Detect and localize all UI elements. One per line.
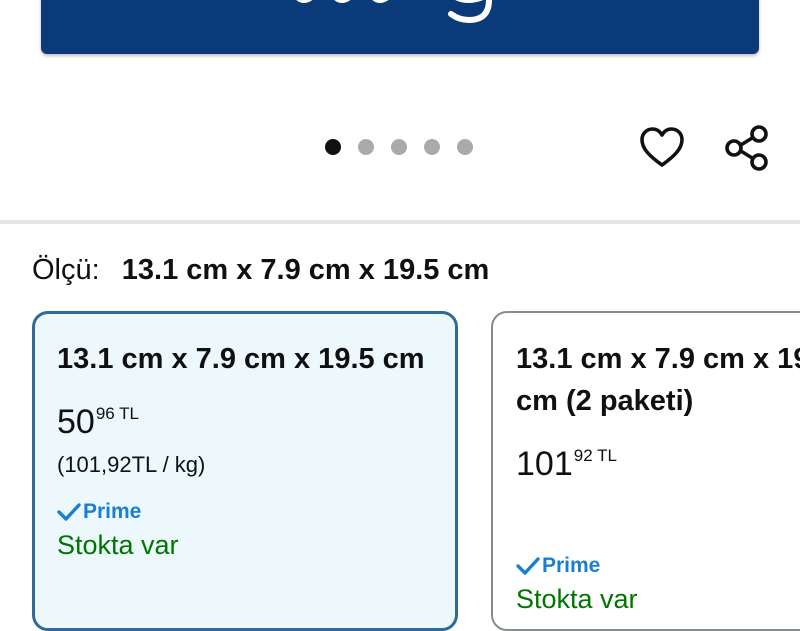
share-button[interactable] [722,124,770,172]
price-whole: 50 [57,403,95,441]
selected-size-value: 13.1 cm x 7.9 cm x 19.5 cm [121,254,490,286]
size-option-title: 13.1 cm x 7.9 cm x 19.5 cm (2 paketi) [516,338,800,422]
price: 10192 TL [516,436,800,484]
prime-badge: Prime [516,554,800,578]
price-currency: TL [597,446,617,465]
gallery-dot[interactable] [325,139,341,155]
heart-outline-icon [640,127,684,167]
prime-label: Prime [83,500,142,523]
size-option-card[interactable]: 13.1 cm x 7.9 cm x 19.5 cm (2 paketi) 10… [491,311,800,631]
price-whole: 101 [516,445,573,483]
prime-badge: Prime [57,500,433,524]
size-option-title-line2: cm (2 paketi) [516,385,694,417]
gallery-dot[interactable] [424,139,440,155]
unit-price: (101,92TL / kg) [57,452,206,477]
gallery-pagination [325,139,473,155]
price-currency: TL [119,404,140,423]
gallery-dot[interactable] [358,139,374,155]
share-icon [725,125,768,171]
product-image[interactable] [41,0,759,54]
size-selector-header: Ölçü: 13.1 cm x 7.9 cm x 19.5 cm [32,254,489,287]
stock-status: Stokta var [57,530,179,560]
gallery-dot[interactable] [391,139,407,155]
product-image-gallery[interactable] [0,0,800,220]
size-option-card[interactable]: 13.1 cm x 7.9 cm x 19.5 cm 5096 TL (101,… [32,311,458,631]
price: 5096 TL [57,394,433,442]
favorite-button[interactable] [638,124,686,172]
prime-label: Prime [542,554,601,577]
check-icon [57,503,81,521]
price-fraction: 96 [95,404,115,423]
size-option-title: 13.1 cm x 7.9 cm x 19.5 cm [57,343,425,375]
size-label: Ölçü: [32,254,100,286]
product-box-print [296,0,492,24]
section-divider [0,220,800,224]
price-fraction: 92 [573,446,593,465]
size-option-title-line1: 13.1 cm x 7.9 cm x 19.5 [516,343,800,375]
gallery-dot[interactable] [457,139,473,155]
check-icon [516,557,540,575]
